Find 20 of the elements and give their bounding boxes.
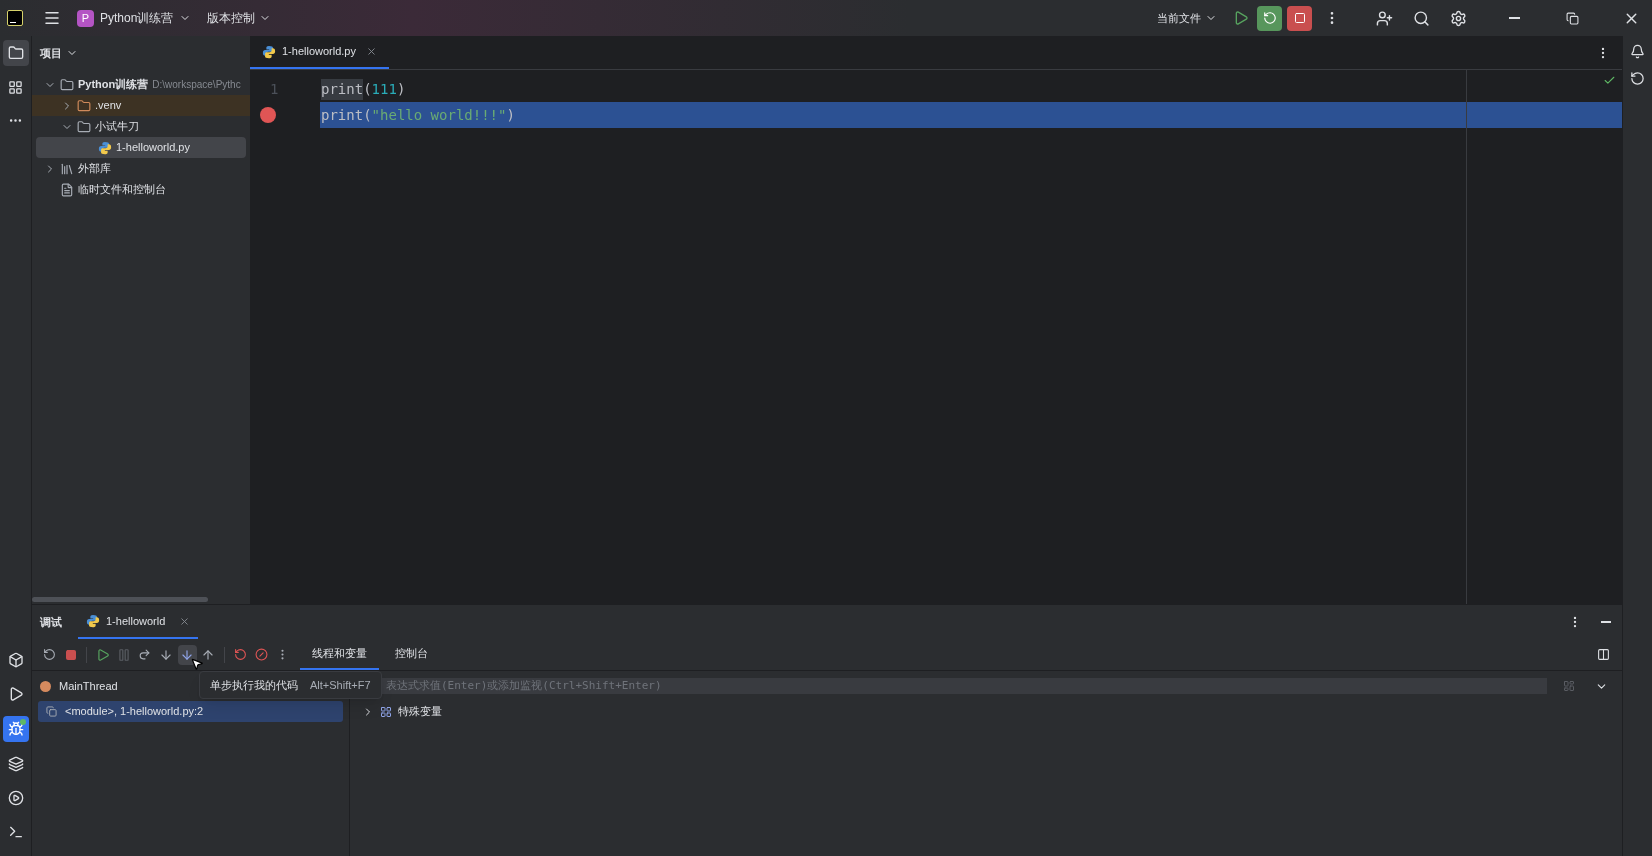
tree-item-label: 外部库 (78, 161, 111, 177)
vcs-label: 版本控制 (207, 10, 256, 27)
tab-label: 1-helloworld (106, 613, 166, 629)
debug-panel-title: 调试 (40, 614, 62, 630)
tree-item-label: 小试牛刀 (95, 119, 139, 135)
panel-title: 项目 (40, 45, 62, 61)
tree-item-label: Python训练营 (78, 77, 149, 93)
code-line: print(111) (320, 76, 1622, 102)
tree-item-label: 1-helloworld.py (116, 140, 190, 156)
variable-label: 特殊变量 (398, 704, 442, 720)
thread-name: MainThread (59, 678, 118, 694)
project-badge: P (77, 9, 94, 27)
tooltip-text: 单步执行我的代码 (210, 677, 298, 693)
run-config-label: 当前文件 (1157, 10, 1201, 26)
tab-label: 1-helloworld.py (282, 44, 356, 60)
tree-item-label: 临时文件和控制台 (78, 182, 166, 198)
frame-label: <module>, 1-helloworld.py:2 (65, 704, 204, 720)
project-name: Python训练营 (100, 10, 174, 27)
project-path: D:\workspace\Pythc (152, 78, 241, 92)
tree-item-label: .venv (95, 98, 122, 114)
